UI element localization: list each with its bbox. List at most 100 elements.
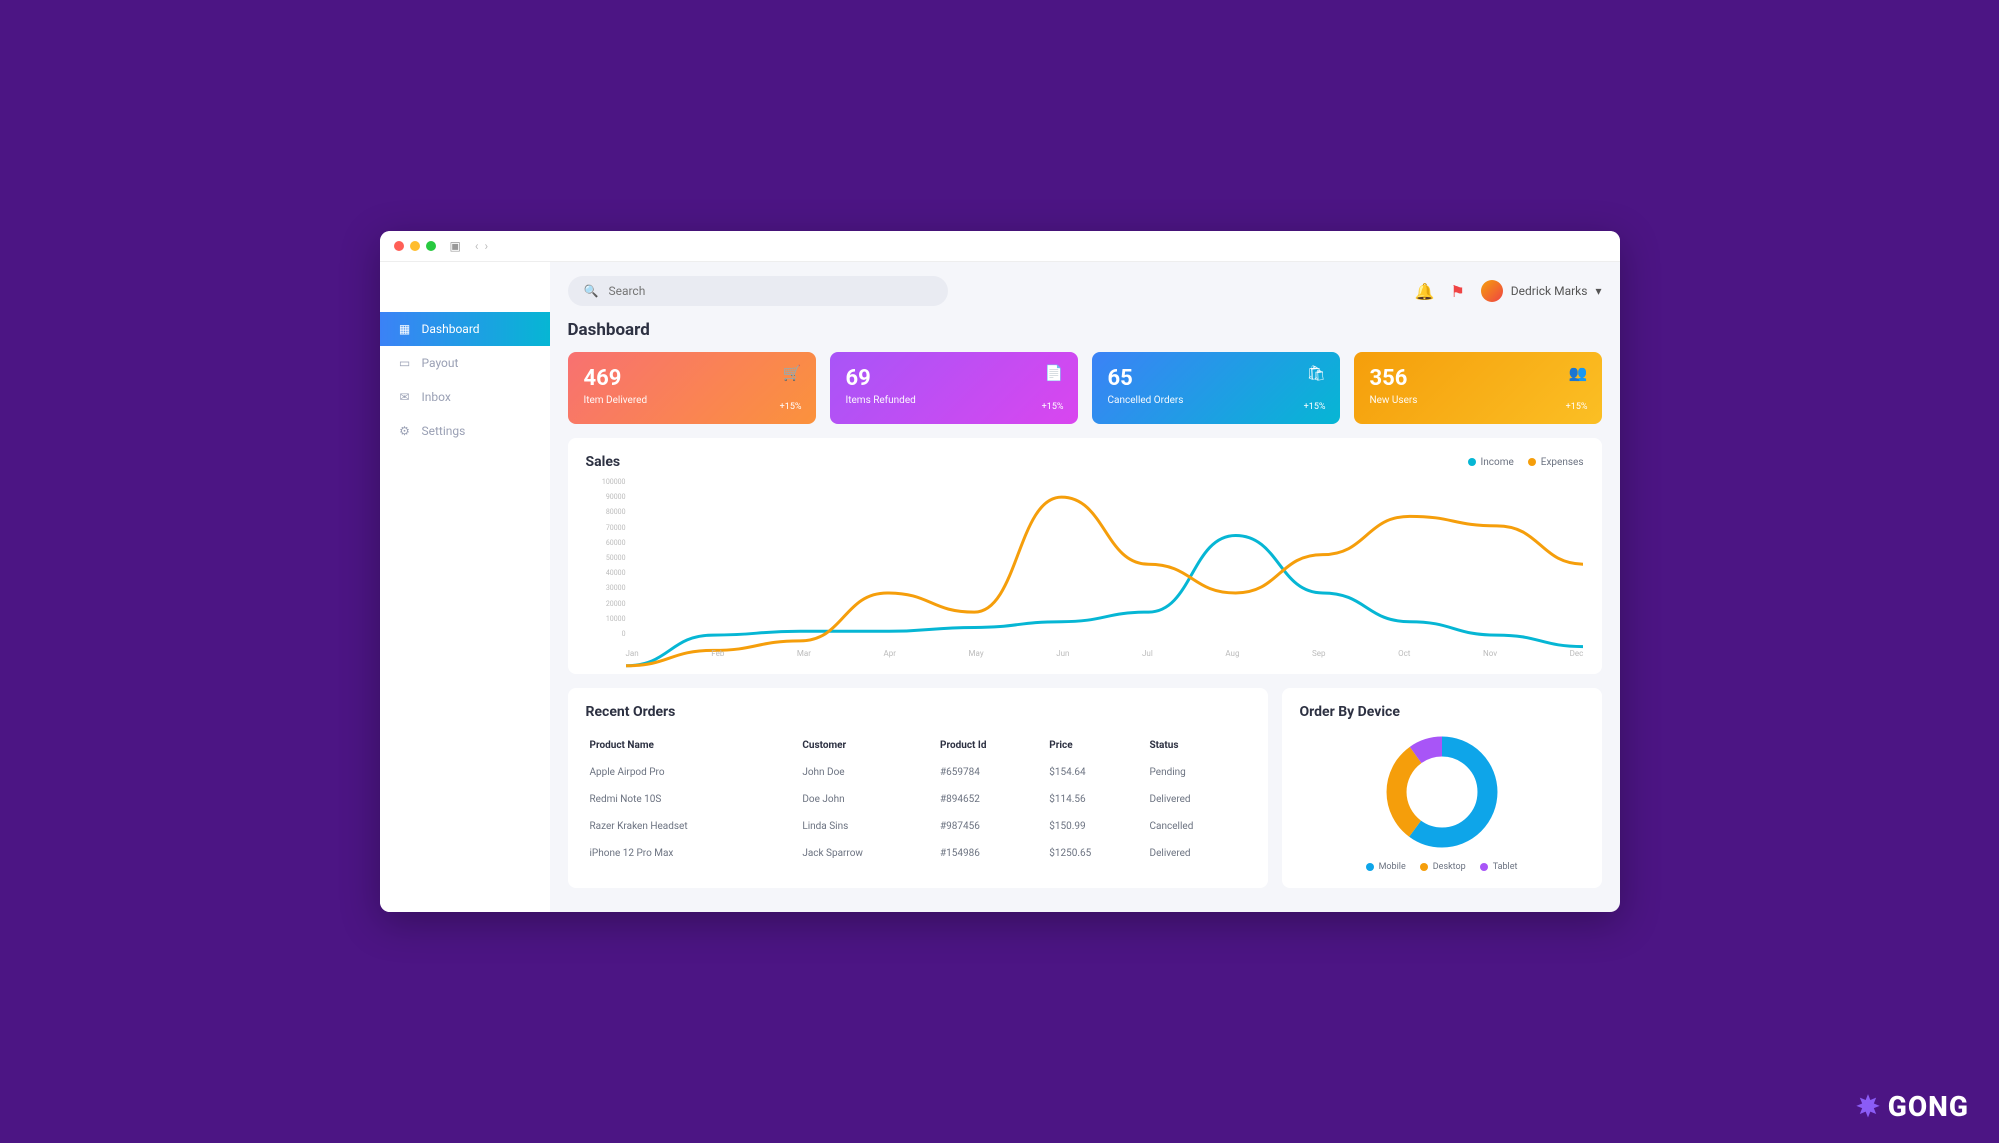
card-delta: +15%	[1042, 402, 1064, 412]
search-box[interactable]: 🔍	[568, 276, 948, 306]
minimize-window-icon[interactable]	[410, 241, 420, 251]
device-donut-chart	[1382, 732, 1502, 852]
search-input[interactable]	[608, 284, 931, 298]
refund-icon: 📄	[1045, 364, 1064, 382]
td-customer: Linda Sins	[798, 813, 936, 840]
th-customer: Customer	[798, 732, 936, 759]
th-pid: Product Id	[936, 732, 1045, 759]
td-pid: #659784	[936, 759, 1045, 786]
card-items-refunded[interactable]: 📄 69 Items Refunded +15%	[830, 352, 1078, 424]
card-item-delivered[interactable]: 🛒 469 Item Delivered +15%	[568, 352, 816, 424]
sidebar-item-dashboard[interactable]: ▦ Dashboard	[380, 312, 550, 346]
td-status: Delivered	[1146, 840, 1250, 867]
search-icon: 🔍	[584, 284, 599, 298]
td-price: $1250.65	[1045, 840, 1145, 867]
th-status: Status	[1146, 732, 1250, 759]
td-product: iPhone 12 Pro Max	[586, 840, 799, 867]
th-product: Product Name	[586, 732, 799, 759]
avatar	[1481, 280, 1503, 302]
orders-title: Recent Orders	[586, 704, 1250, 720]
page-title: Dashboard	[568, 320, 1602, 340]
card-value: 356	[1370, 366, 1586, 391]
flag-icon[interactable]: ⚑	[1450, 282, 1464, 301]
td-pid: #894652	[936, 786, 1045, 813]
card-label: New Users	[1370, 395, 1586, 406]
app-body: ▦ Dashboard ▭ Payout ✉ Inbox ⚙ Settings …	[380, 262, 1620, 912]
td-status: Cancelled	[1146, 813, 1250, 840]
td-price: $114.56	[1045, 786, 1145, 813]
device-title: Order By Device	[1300, 704, 1584, 720]
bag-icon: 🛍	[1306, 364, 1325, 382]
td-customer: John Doe	[798, 759, 936, 786]
device-legend: Mobile Desktop Tablet	[1300, 862, 1584, 872]
stat-cards: 🛒 469 Item Delivered +15% 📄 69 Items Ref…	[568, 352, 1602, 424]
card-value: 469	[584, 366, 800, 391]
order-by-device-panel: Order By Device Mobile Desktop Tablet	[1282, 688, 1602, 888]
table-row[interactable]: Redmi Note 10S Doe John #894652 $114.56 …	[586, 786, 1250, 813]
legend-income: Income	[1468, 457, 1514, 468]
td-customer: Doe John	[798, 786, 936, 813]
window-controls	[394, 241, 436, 251]
sidebar-label: Payout	[422, 356, 459, 370]
cart-icon: 🛒	[783, 364, 802, 382]
sidebar: ▦ Dashboard ▭ Payout ✉ Inbox ⚙ Settings	[380, 262, 550, 912]
card-value: 69	[846, 366, 1062, 391]
main-content: 🔍 🔔 ⚑ Dedrick Marks ▾ Dashboard	[550, 262, 1620, 912]
topbar-actions: 🔔 ⚑ Dedrick Marks ▾	[1415, 280, 1602, 302]
sidebar-item-payout[interactable]: ▭ Payout	[380, 346, 550, 380]
card-value: 65	[1108, 366, 1324, 391]
brand-text: GONG	[1888, 1090, 1969, 1123]
sales-title: Sales	[586, 454, 621, 470]
legend-desktop: Desktop	[1420, 862, 1466, 872]
legend-mobile: Mobile	[1366, 862, 1406, 872]
table-row[interactable]: Apple Airpod Pro John Doe #659784 $154.6…	[586, 759, 1250, 786]
td-status: Pending	[1146, 759, 1250, 786]
nav-forward-icon[interactable]: ›	[484, 239, 488, 253]
sidebar-toggle-icon[interactable]: ▣	[450, 239, 461, 253]
sidebar-item-inbox[interactable]: ✉ Inbox	[380, 380, 550, 414]
card-delta: +15%	[1566, 402, 1588, 412]
legend-tablet: Tablet	[1480, 862, 1518, 872]
td-pid: #154986	[936, 840, 1045, 867]
sales-legend: Income Expenses	[1468, 457, 1584, 468]
table-row[interactable]: Razer Kraken Headset Linda Sins #987456 …	[586, 813, 1250, 840]
users-icon: 👥	[1569, 364, 1588, 382]
table-row[interactable]: iPhone 12 Pro Max Jack Sparrow #154986 $…	[586, 840, 1250, 867]
td-product: Apple Airpod Pro	[586, 759, 799, 786]
td-price: $154.64	[1045, 759, 1145, 786]
nav-back-icon[interactable]: ‹	[475, 239, 479, 253]
sales-chart: 1000009000080000700006000050000400003000…	[586, 478, 1584, 658]
card-delta: +15%	[1304, 402, 1326, 412]
td-pid: #987456	[936, 813, 1045, 840]
th-price: Price	[1045, 732, 1145, 759]
card-new-users[interactable]: 👥 356 New Users +15%	[1354, 352, 1602, 424]
maximize-window-icon[interactable]	[426, 241, 436, 251]
chevron-down-icon: ▾	[1595, 284, 1601, 298]
sidebar-item-settings[interactable]: ⚙ Settings	[380, 414, 550, 448]
card-delta: +15%	[780, 402, 802, 412]
td-customer: Jack Sparrow	[798, 840, 936, 867]
brand-logo: GONG	[1854, 1090, 1969, 1123]
close-window-icon[interactable]	[394, 241, 404, 251]
user-menu[interactable]: Dedrick Marks ▾	[1481, 280, 1602, 302]
td-product: Redmi Note 10S	[586, 786, 799, 813]
user-name: Dedrick Marks	[1511, 284, 1588, 298]
gear-icon: ⚙	[398, 424, 412, 438]
sidebar-label: Inbox	[422, 390, 451, 404]
sidebar-label: Dashboard	[422, 322, 480, 336]
td-product: Razer Kraken Headset	[586, 813, 799, 840]
nav-arrows: ‹ ›	[475, 239, 488, 253]
burst-icon	[1854, 1093, 1882, 1121]
titlebar: ▣ ‹ ›	[380, 231, 1620, 262]
card-label: Item Delivered	[584, 395, 800, 406]
app-window: ▣ ‹ › ▦ Dashboard ▭ Payout ✉ Inbox ⚙ Set…	[380, 231, 1620, 912]
card-cancelled-orders[interactable]: 🛍 65 Cancelled Orders +15%	[1092, 352, 1340, 424]
mail-icon: ✉	[398, 390, 412, 404]
td-status: Delivered	[1146, 786, 1250, 813]
sidebar-label: Settings	[422, 424, 466, 438]
dashboard-icon: ▦	[398, 322, 412, 336]
bell-icon[interactable]: 🔔	[1415, 282, 1435, 301]
card-icon: ▭	[398, 356, 412, 370]
recent-orders-panel: Recent Orders Product Name Customer Prod…	[568, 688, 1268, 888]
topbar: 🔍 🔔 ⚑ Dedrick Marks ▾	[568, 276, 1602, 306]
